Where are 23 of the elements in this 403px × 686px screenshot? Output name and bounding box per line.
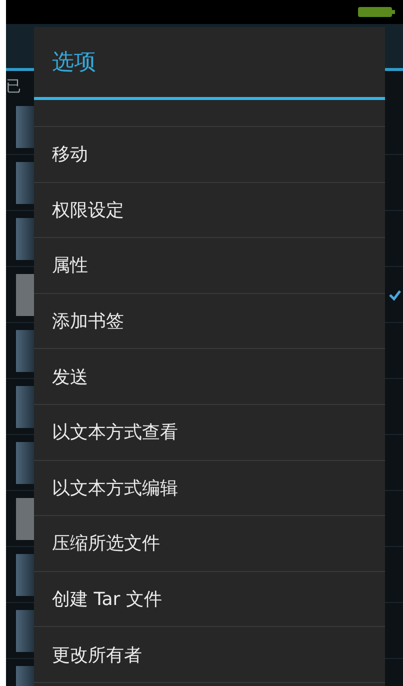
menu-item[interactable]: 以文本方式查看 [34, 404, 385, 461]
menu-item[interactable]: 添加书签 [34, 294, 385, 350]
section-label: 已 [6, 76, 22, 97]
menu-item[interactable]: 创建 Tar 文件 [34, 572, 385, 628]
dialog-title: 选项 [34, 27, 385, 100]
menu-item[interactable]: 更改所有者 [34, 627, 385, 683]
file-icon [16, 274, 36, 316]
file-icon [16, 106, 36, 148]
battery-icon [357, 5, 397, 19]
menu-item[interactable]: 属性 [34, 238, 385, 294]
file-icon [16, 386, 36, 428]
file-icon [16, 442, 36, 484]
menu-item[interactable]: 压缩所选文件 [34, 516, 385, 572]
menu-item[interactable]: 权限设定 [34, 182, 385, 238]
file-icon [16, 330, 36, 372]
menu-item[interactable]: 移动 [34, 127, 385, 183]
file-icon [16, 218, 36, 260]
file-icon [16, 162, 36, 204]
file-icon [16, 610, 36, 652]
file-icon [16, 554, 36, 596]
menu-item[interactable]: 以文本方式编辑 [34, 460, 385, 516]
file-icon [16, 498, 36, 540]
menu-item[interactable]: 发送 [34, 349, 385, 405]
